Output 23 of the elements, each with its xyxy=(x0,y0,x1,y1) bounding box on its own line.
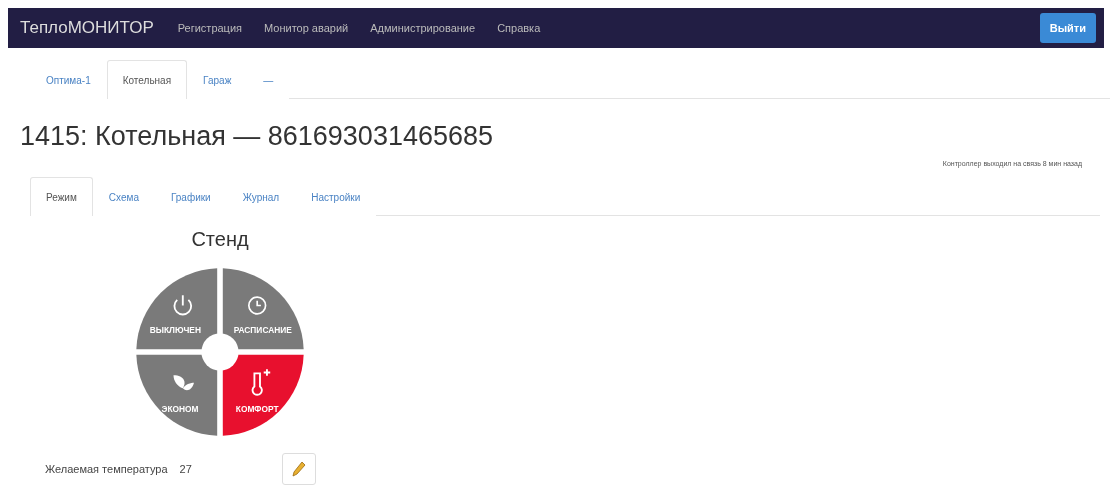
nav-link[interactable]: Регистрация xyxy=(177,22,243,34)
logout-button[interactable]: Выйти xyxy=(1039,13,1096,43)
brand-logo[interactable]: ТеплоМОНИТОР xyxy=(20,18,154,38)
mode-segment[interactable]: РАСПИСАНИЕ xyxy=(222,268,304,350)
nav-link[interactable]: Монитор аварий xyxy=(264,22,349,34)
page-title: 1415: Котельная — 861693031465685 xyxy=(20,121,494,152)
nav-link[interactable]: Справка xyxy=(497,22,541,34)
dial-title: Стенд xyxy=(191,228,249,251)
dial-center xyxy=(201,333,239,371)
mode-segment[interactable]: ВЫКЛЮЧЕН xyxy=(136,268,218,350)
clock-icon xyxy=(248,296,267,315)
pencil-icon xyxy=(291,461,306,477)
tab[interactable]: Режим xyxy=(30,177,93,216)
edit-button[interactable] xyxy=(281,453,316,485)
leaf-icon xyxy=(173,375,194,391)
tab[interactable]: Котельная xyxy=(106,60,188,99)
mode-segment[interactable]: КОМФОРТ xyxy=(222,354,304,436)
temperature-value: 27 xyxy=(179,463,192,475)
mode-segment[interactable]: ЭКОНОМ xyxy=(136,354,218,436)
thermometer-plus-icon xyxy=(251,368,272,396)
field-label: Желаемая температура xyxy=(45,463,168,475)
nav-link[interactable]: Администрирование xyxy=(370,22,476,34)
power-icon xyxy=(173,294,193,316)
